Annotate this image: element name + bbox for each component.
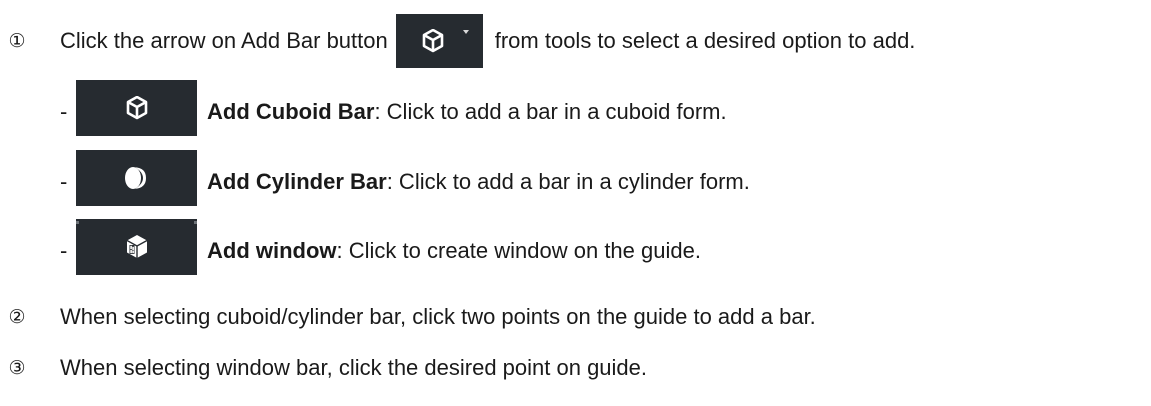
option-title: Add Cuboid Bar	[207, 99, 375, 124]
bullet-dash: -	[60, 99, 68, 124]
dropdown-caret-icon	[462, 30, 469, 34]
step-number: ③	[8, 357, 26, 379]
step-2-text: When selecting cuboid/cylinder bar, clic…	[60, 304, 816, 329]
cuboid-icon	[126, 96, 147, 120]
step-1-text-after: from tools to select a desired option to…	[494, 28, 916, 53]
cylinder-icon	[124, 167, 146, 189]
window-cube-icon	[126, 235, 147, 258]
step-1-text-before: Click the arrow on Add Bar button	[60, 28, 388, 53]
option-title: Add window	[207, 238, 337, 263]
add-bar-button-image	[395, 14, 483, 68]
cuboid-dropdown-icon	[422, 29, 444, 53]
option-title: Add Cylinder Bar	[207, 169, 387, 194]
step-1-text: Click the arrow on Add Bar button from t…	[60, 14, 915, 68]
option-description: : Click to add a bar in a cylinder form.	[386, 169, 750, 194]
step-3-text: When selecting window bar, click the des…	[60, 355, 648, 380]
bullet-dash: -	[60, 238, 68, 263]
add-cuboid-bar-image	[76, 80, 197, 136]
step-number: ②	[8, 306, 26, 328]
option-description: : Click to create window on the guide.	[336, 238, 701, 263]
step-number: ①	[8, 30, 26, 52]
bullet-dash: -	[60, 169, 68, 194]
add-cylinder-bar-image	[76, 150, 197, 206]
add-window-image	[76, 219, 197, 275]
option-description: : Click to add a bar in a cuboid form.	[374, 99, 727, 124]
